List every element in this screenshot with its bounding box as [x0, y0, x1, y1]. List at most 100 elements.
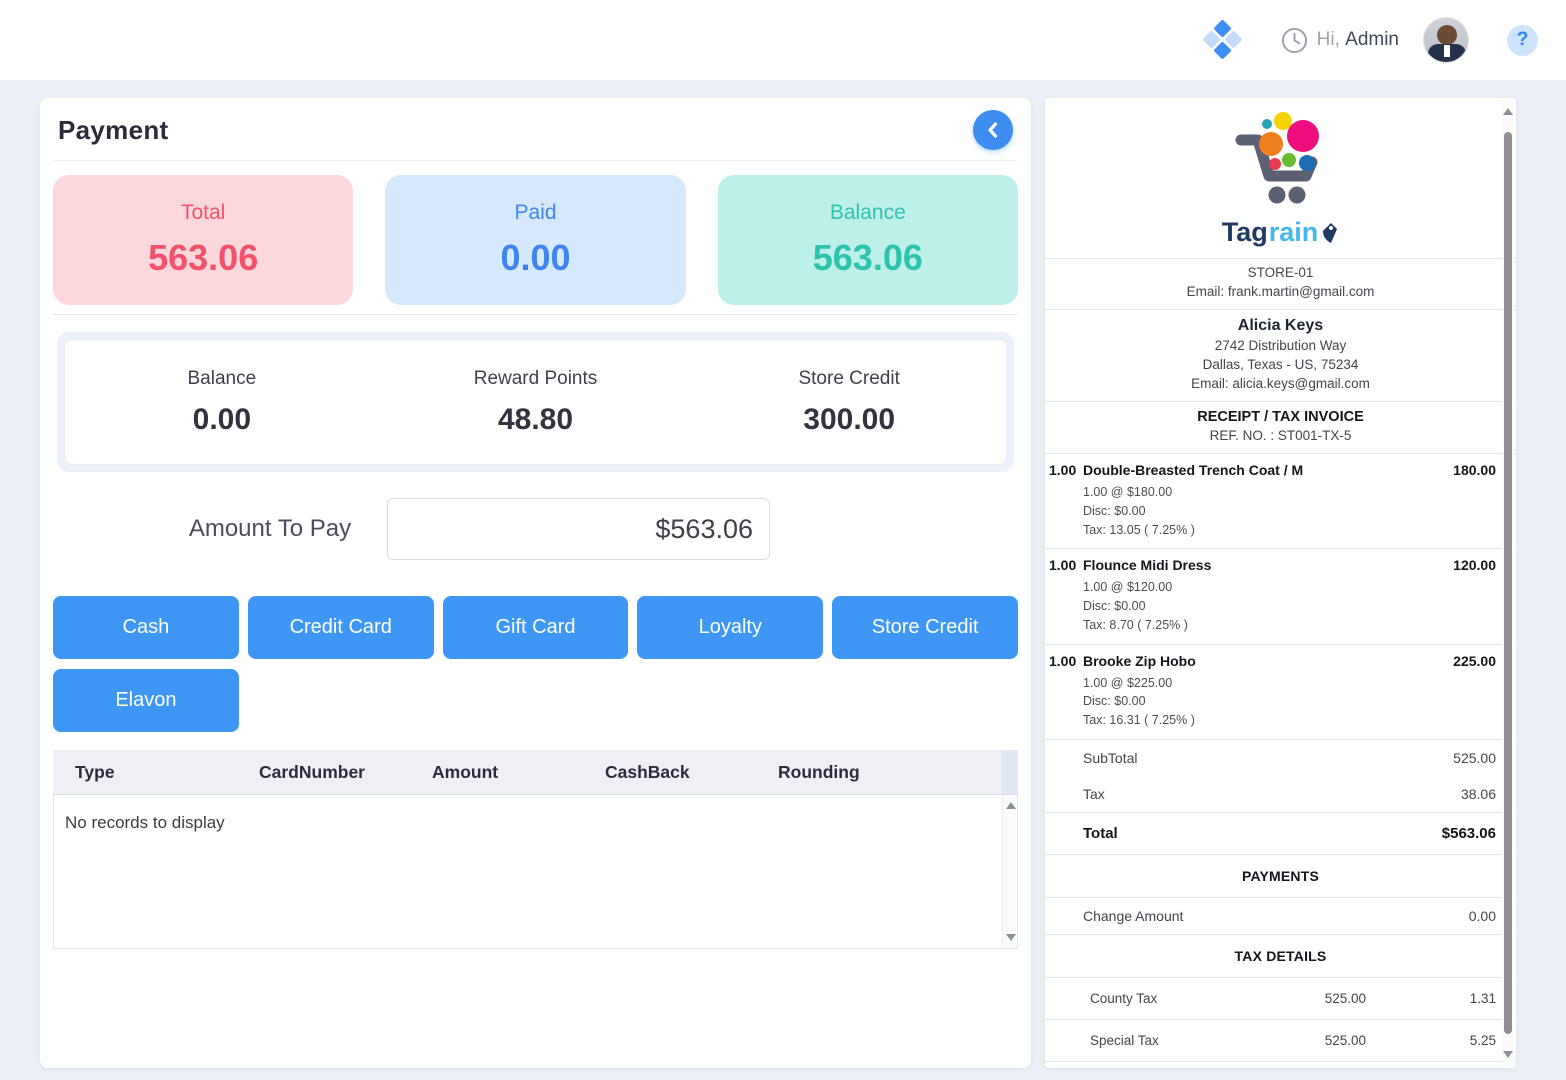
item-price: 120.00	[1453, 557, 1496, 574]
column-header: CashBack	[605, 761, 690, 782]
scrollbar-thumb[interactable]	[1504, 132, 1512, 1034]
tax-name: Special Tax	[1090, 1032, 1159, 1048]
item-header: 1.00 Flounce Midi Dress 120.00	[1049, 557, 1496, 573]
tax-label: Tax	[1083, 785, 1105, 802]
payments-table: Type CardNumber Amount CashBack Rounding…	[53, 750, 1018, 949]
store-name: STORE-01	[1247, 265, 1314, 280]
item-qty: 1.00	[1049, 652, 1077, 669]
grand-total-value: $563.06	[1441, 824, 1496, 842]
amount-to-pay-label: Amount To Pay	[188, 515, 352, 542]
brand-wordmark: Tag rain	[1045, 217, 1516, 248]
item-unit-price: 1.00 @ $180.00	[1083, 485, 1173, 500]
payment-method-button[interactable]: Cash	[53, 596, 239, 659]
balance-card: Balance 563.06	[717, 175, 1018, 305]
receipt-items: 1.00 Double-Breasted Trench Coat / M 180…	[1045, 454, 1516, 740]
amount-to-pay-row: Amount To Pay	[155, 498, 1031, 560]
receipt-scrollbar[interactable]	[1502, 100, 1514, 1066]
item-qty: 1.00	[1049, 557, 1077, 574]
customer-info: Alicia Keys 2742 Distribution Way Dallas…	[1045, 310, 1516, 401]
summary-cards: Total 563.06 Paid 0.00 Balance 563.06	[53, 175, 1018, 305]
balance-card-label: Balance	[829, 201, 906, 224]
tax-base: 525.00	[1324, 1032, 1366, 1048]
scroll-up-icon[interactable]	[1503, 108, 1513, 115]
column-header: Type	[75, 761, 115, 782]
payment-method-button[interactable]: Store Credit	[832, 596, 1018, 659]
help-icon[interactable]: ?	[1507, 24, 1538, 56]
stat-label: Reward Points	[473, 367, 598, 389]
customer-email: Email: alicia.keys@gmail.com	[1191, 375, 1370, 391]
payment-panel: Payment Total 563.06 Paid 0.00 Balance 5…	[40, 98, 1031, 1068]
amount-to-pay-input[interactable]	[387, 498, 770, 560]
page-content: Payment Total 563.06 Paid 0.00 Balance 5…	[0, 80, 1566, 1068]
total-card: Total 563.06	[53, 175, 354, 305]
payment-method-button[interactable]: Gift Card	[442, 596, 629, 659]
item-discount: Disc: $0.00	[1083, 694, 1146, 709]
clock-icon[interactable]	[1281, 27, 1308, 54]
item-unit-price: 1.00 @ $225.00	[1083, 675, 1173, 690]
item-header: 1.00 Brooke Zip Hobo 225.00	[1049, 653, 1496, 669]
customer-address-1: 2742 Distribution Way	[1214, 338, 1347, 354]
tax-base: 525.00	[1324, 990, 1366, 1006]
customer-name: Alicia Keys	[1237, 316, 1324, 334]
username: Admin	[1345, 29, 1399, 50]
grand-total-row: Total $563.06	[1045, 813, 1516, 854]
column-header: Amount	[432, 761, 499, 782]
top-bar: Hi, Admin ?	[0, 0, 1566, 80]
payments-table-columns: Type CardNumber Amount CashBack Rounding	[53, 750, 1002, 794]
customer-address-2: Dallas, Texas - US, 75234	[1202, 357, 1359, 373]
receipt-doc-header: RECEIPT / TAX INVOICE REF. NO. : ST001-T…	[1045, 402, 1516, 453]
tax-name: County Tax	[1090, 990, 1158, 1006]
scroll-up-icon[interactable]	[1006, 802, 1016, 809]
customer-stat: Store Credit 300.00	[692, 340, 1006, 464]
store-info: STORE-01 Email: frank.martin@gmail.com	[1045, 259, 1516, 309]
change-amount-label: Change Amount	[1083, 907, 1184, 924]
tax-detail-row: County Tax 525.00 1.31	[1045, 978, 1516, 1020]
header-scroll-strip	[1002, 750, 1018, 794]
back-button[interactable]	[973, 110, 1013, 150]
item-qty: 1.00	[1049, 462, 1077, 479]
header-divider	[54, 160, 1017, 161]
customer-stat: Reward Points 48.80	[379, 340, 693, 464]
tax-row: Tax 38.06	[1045, 776, 1516, 812]
item-tax: Tax: 13.05 ( 7.25% )	[1083, 522, 1195, 537]
subtotal-value: 525.00	[1453, 749, 1496, 766]
customer-stat: Balance 0.00	[65, 340, 379, 464]
price-tag-icon	[1323, 222, 1338, 243]
payments-section-header: PAYMENTS	[1241, 867, 1320, 884]
payment-method-button[interactable]: Elavon	[53, 669, 239, 732]
greeting-prefix: Hi,	[1316, 29, 1340, 50]
user-avatar[interactable]	[1423, 17, 1469, 63]
item-discount: Disc: $0.00	[1083, 599, 1146, 614]
item-price: 225.00	[1453, 652, 1496, 669]
cards-divider	[53, 314, 1018, 315]
tax-amount: 5.25	[1469, 1032, 1496, 1048]
payment-method-button[interactable]: Credit Card	[247, 596, 434, 659]
item-name: Double-Breasted Trench Coat / M	[1083, 462, 1304, 479]
customer-stats: Balance 0.00 Reward Points 48.80 Store C…	[64, 339, 1007, 465]
chevron-left-icon	[988, 122, 998, 138]
paid-card: Paid 0.00	[385, 175, 686, 305]
item-price: 180.00	[1453, 462, 1496, 479]
tax-details-header: TAX DETAILS	[1234, 947, 1327, 964]
scroll-down-icon[interactable]	[1503, 1051, 1513, 1058]
paid-card-label: Paid	[514, 201, 557, 224]
tax-detail-row: Special Tax 525.00 5.25	[1045, 1020, 1516, 1062]
column-header: Rounding	[778, 761, 860, 782]
apps-diamond-icon[interactable]	[1201, 19, 1243, 60]
doc-title: RECEIPT / TAX INVOICE	[1197, 408, 1364, 425]
total-card-label: Total	[180, 201, 226, 224]
receipt-item: 1.00 Brooke Zip Hobo 225.00 1.00 @ $225.…	[1045, 645, 1516, 740]
item-name: Brooke Zip Hobo	[1083, 652, 1196, 669]
page-title: Payment	[58, 114, 169, 145]
store-email: Email: frank.martin@gmail.com	[1186, 283, 1375, 299]
doc-ref: REF. NO. : ST001-TX-5	[1209, 428, 1352, 444]
change-amount-row: Change Amount 0.00	[1045, 898, 1516, 934]
balance-card-value: 563.06	[812, 237, 923, 278]
table-scrollbar[interactable]	[1002, 796, 1016, 947]
receipt-item: 1.00 Double-Breasted Trench Coat / M 180…	[1045, 454, 1516, 550]
payment-method-button[interactable]: Loyalty	[637, 596, 824, 659]
stat-label: Balance	[187, 367, 257, 389]
subtotal-row: SubTotal 525.00	[1045, 740, 1516, 776]
stat-label: Store Credit	[798, 367, 900, 389]
scroll-down-icon[interactable]	[1006, 934, 1016, 941]
